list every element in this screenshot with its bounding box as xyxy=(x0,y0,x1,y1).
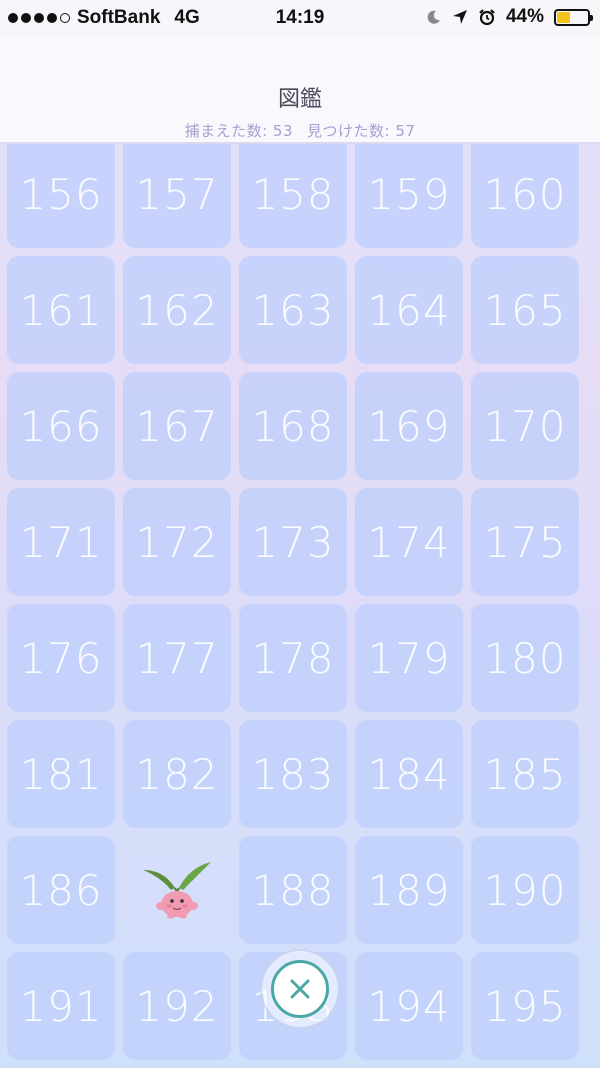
pokedex-entry-number: 184 xyxy=(367,749,451,799)
pokedex-entry-number: 182 xyxy=(135,749,219,799)
caught-count: 捕まえた数: 53 xyxy=(184,122,293,140)
pokedex-entry[interactable]: 159 xyxy=(355,144,463,248)
pokedex-entry[interactable]: 186 xyxy=(7,836,115,944)
status-right: 44% xyxy=(426,6,593,28)
pokedex-entry[interactable]: 171 xyxy=(7,488,115,596)
pokedex-entry-number: 168 xyxy=(251,401,335,451)
alarm-icon xyxy=(479,9,495,26)
pokedex-entry[interactable]: 173 xyxy=(239,488,347,596)
pokedex-entry[interactable]: 183 xyxy=(239,720,347,828)
pokedex-header: 図鑑 捕まえた数: 53 見つけた数: 57 xyxy=(0,36,600,144)
pokedex-entry[interactable]: 160 xyxy=(471,144,579,248)
pokedex-entry-number: 169 xyxy=(367,401,451,451)
battery-icon xyxy=(554,8,593,26)
pokedex-entry-number: 178 xyxy=(251,633,335,683)
location-arrow-icon xyxy=(452,10,467,24)
pokedex-entry[interactable]: 184 xyxy=(355,720,463,828)
seen-count: 見つけた数: 57 xyxy=(307,122,416,140)
pokedex-entry[interactable]: 190 xyxy=(471,836,579,944)
battery-percent: 44% xyxy=(505,6,544,27)
pokedex-entry[interactable]: 176 xyxy=(7,604,115,712)
pokedex-entry[interactable]: 189 xyxy=(355,836,463,944)
pokedex-entry-number: 165 xyxy=(483,285,567,335)
pokedex-entry-number: 191 xyxy=(19,981,103,1031)
pokedex-entry-number: 163 xyxy=(251,285,335,335)
pokedex-entry-number: 179 xyxy=(367,633,451,683)
pokedex-entry[interactable]: 169 xyxy=(355,372,463,480)
pokedex-entry[interactable]: 175 xyxy=(471,488,579,596)
pokedex-entry[interactable]: 178 xyxy=(239,604,347,712)
page-title: 図鑑 xyxy=(277,87,322,112)
pokedex-entry[interactable]: 161 xyxy=(7,256,115,364)
pokedex-entry-number: 161 xyxy=(19,285,103,335)
pokedex-entry-number: 185 xyxy=(483,749,567,799)
pokedex-entry[interactable]: 179 xyxy=(355,604,463,712)
pokedex-entry[interactable]: 163 xyxy=(239,256,347,364)
pokedex-entry[interactable]: 172 xyxy=(123,488,231,596)
pokedex-entry[interactable]: 168 xyxy=(239,372,347,480)
close-button-ring xyxy=(271,960,329,1018)
pokedex-entry-number: 172 xyxy=(135,517,219,567)
pokedex-entry-number: 162 xyxy=(135,285,219,335)
pokedex-entry-number: 190 xyxy=(483,865,567,915)
pokedex-entry-number: 183 xyxy=(251,749,335,799)
pokedex-entry[interactable]: 188 xyxy=(239,836,347,944)
pokedex-entry[interactable]: 162 xyxy=(123,256,231,364)
pokedex-entry[interactable]: 167 xyxy=(123,372,231,480)
pokedex-entry[interactable]: 156 xyxy=(7,144,115,248)
pokedex-entry[interactable]: 164 xyxy=(355,256,463,364)
hoppip-sprite-icon xyxy=(143,862,211,919)
pokedex-entry[interactable]: 177 xyxy=(123,604,231,712)
pokedex-entry-number: 192 xyxy=(135,981,219,1031)
pokedex-entry-number: 181 xyxy=(19,749,103,799)
pokedex-entry-number: 175 xyxy=(483,517,567,567)
pokedex-entry[interactable]: 170 xyxy=(471,372,579,480)
pokedex-entry-number: 174 xyxy=(367,517,451,567)
pokedex-entry-number: 176 xyxy=(19,633,103,683)
pokedex-entry-number: 156 xyxy=(19,169,103,219)
pokedex-entry[interactable] xyxy=(123,836,231,944)
pokedex-entry[interactable]: 195 xyxy=(471,952,579,1060)
pokedex-entry-number: 171 xyxy=(19,517,103,567)
pokedex-entry[interactable]: 194 xyxy=(355,952,463,1060)
pokedex-entry[interactable]: 174 xyxy=(355,488,463,596)
moon-icon xyxy=(427,10,440,24)
pokedex-entry[interactable]: 192 xyxy=(123,952,231,1060)
pokedex-entry[interactable]: 157 xyxy=(123,144,231,248)
pokedex-entry-number: 158 xyxy=(251,169,335,219)
pokedex-entry[interactable]: 191 xyxy=(7,952,115,1060)
pokedex-entry-number: 167 xyxy=(135,401,219,451)
pokedex-entry-number: 157 xyxy=(135,169,219,219)
status-bar: SoftBank 4G 14:19 44% xyxy=(0,0,600,36)
pokedex-entry-number: 186 xyxy=(19,865,103,915)
battery-level-fill xyxy=(557,11,570,23)
pokedex-entry[interactable]: 165 xyxy=(471,256,579,364)
pokedex-counts: 捕まえた数: 53 見つけた数: 57 xyxy=(0,120,600,141)
pokedex-entry-number: 160 xyxy=(483,169,567,219)
pokedex-entry-number: 159 xyxy=(367,169,451,219)
pokedex-entry[interactable]: 158 xyxy=(239,144,347,248)
pokedex-entry-number: 170 xyxy=(483,401,567,451)
pokedex-entry-number: 194 xyxy=(367,981,451,1031)
pokedex-entry-number: 166 xyxy=(19,401,103,451)
pokedex-entry[interactable]: 182 xyxy=(123,720,231,828)
pokedex-entry-number: 189 xyxy=(367,865,451,915)
pokedex-entry[interactable]: 180 xyxy=(471,604,579,712)
pokedex-entry[interactable]: 185 xyxy=(471,720,579,828)
close-icon xyxy=(290,979,310,999)
pokedex-grid[interactable]: 156 157 158 159 160 161 162 163 164 165 166 167 168 1… xyxy=(0,144,600,1068)
pokedex-entry-number: 195 xyxy=(483,981,567,1031)
pokedex-entry-number: 164 xyxy=(367,285,451,335)
close-button[interactable] xyxy=(262,951,338,1027)
pokedex-entry[interactable]: 166 xyxy=(7,372,115,480)
pokedex-entry-number: 188 xyxy=(251,865,335,915)
pokedex-entry-number: 173 xyxy=(251,517,335,567)
pokedex-entry-number: 180 xyxy=(483,633,567,683)
pokedex-entry-number: 177 xyxy=(135,633,219,683)
pokedex-entry[interactable]: 181 xyxy=(7,720,115,828)
